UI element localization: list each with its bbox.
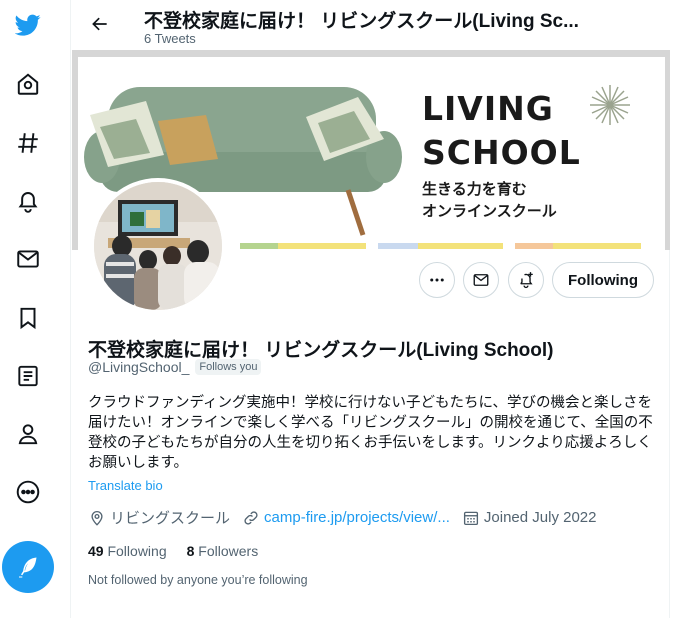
home-icon[interactable] [6,62,50,106]
translate-bio-link[interactable]: Translate bio [88,478,163,493]
banner-brand-line2: SCHOOL [422,133,581,172]
following-label: Following [107,543,167,559]
bird-icon [15,14,41,36]
header-title: 不登校家庭に届け！ リビングスクール(Living Sc... [144,11,579,32]
banner-brand-line1: LIVING [422,89,554,128]
message-button[interactable] [463,262,499,298]
profile-bio: クラウドファンディング実施中！学校に行けない子どもたちに、学びの機会と楽しさを届… [88,395,653,471]
not-followed-note: Not followed by anyone you’re following [88,573,308,587]
messages-icon[interactable] [6,237,50,281]
followers-label: Followers [198,543,259,559]
following-stat[interactable]: 49 Following [88,543,167,559]
bell-plus-icon [520,272,533,289]
follows-you-badge: Follows you [195,359,262,375]
ellipsis-icon [430,278,444,282]
joined-text: Joined July 2022 [483,509,597,526]
following-button[interactable]: Following [552,262,654,298]
joined-item: Joined July 2022 [462,509,597,527]
back-button[interactable] [84,8,116,40]
notifications-icon[interactable] [6,179,50,223]
more-icon[interactable] [6,470,50,514]
profile-header: 不登校家庭に届け！ リビングスクール(Living Sc... 6 Tweets [72,0,670,50]
compose-tweet-button[interactable] [2,541,54,593]
calendar-icon [463,511,478,525]
arrow-left-icon [92,17,107,31]
followers-stat[interactable]: 8 Followers [187,543,259,559]
profile-icon[interactable] [6,412,50,456]
twitter-logo[interactable] [6,3,50,47]
nav-rail [0,0,71,618]
bookmarks-icon[interactable] [6,296,50,340]
website-item: camp-fire.jp/projects/view/... [242,509,450,527]
profile-avatar[interactable] [90,178,226,314]
location-pin-icon [91,510,103,526]
profile-column: 不登校家庭に届け！ リビングスクール(Living Sc... 6 Tweets [72,0,670,618]
tweet-count: 6 Tweets [144,31,196,46]
notify-button[interactable] [508,262,544,298]
more-actions-button[interactable] [419,262,455,298]
feather-icon [19,557,37,578]
profile-meta: リビングスクール camp-fire.jp/projects/view/... … [88,507,609,528]
banner-tagline2: オンラインスクール [422,203,557,220]
banner-tagline1: 生きる力を育む [422,181,527,198]
explore-icon[interactable] [6,121,50,165]
profile-name: 不登校家庭に届け！ リビングスクール(Living School) [88,340,554,361]
website-link[interactable]: camp-fire.jp/projects/view/... [264,509,450,526]
followers-count: 8 [186,543,195,559]
envelope-icon [473,274,489,286]
location-item: リビングスクール [88,507,230,528]
handle-row: @LivingSchool_ Follows you [88,359,262,375]
lists-icon[interactable] [6,354,50,398]
following-count: 49 [88,543,104,559]
follow-stats: 49 Following 8 Followers [88,543,258,559]
profile-handle: @LivingSchool_ [88,359,190,375]
avatar-photo [94,182,222,310]
location-text: リビングスクール [110,510,231,527]
link-icon [244,510,258,525]
